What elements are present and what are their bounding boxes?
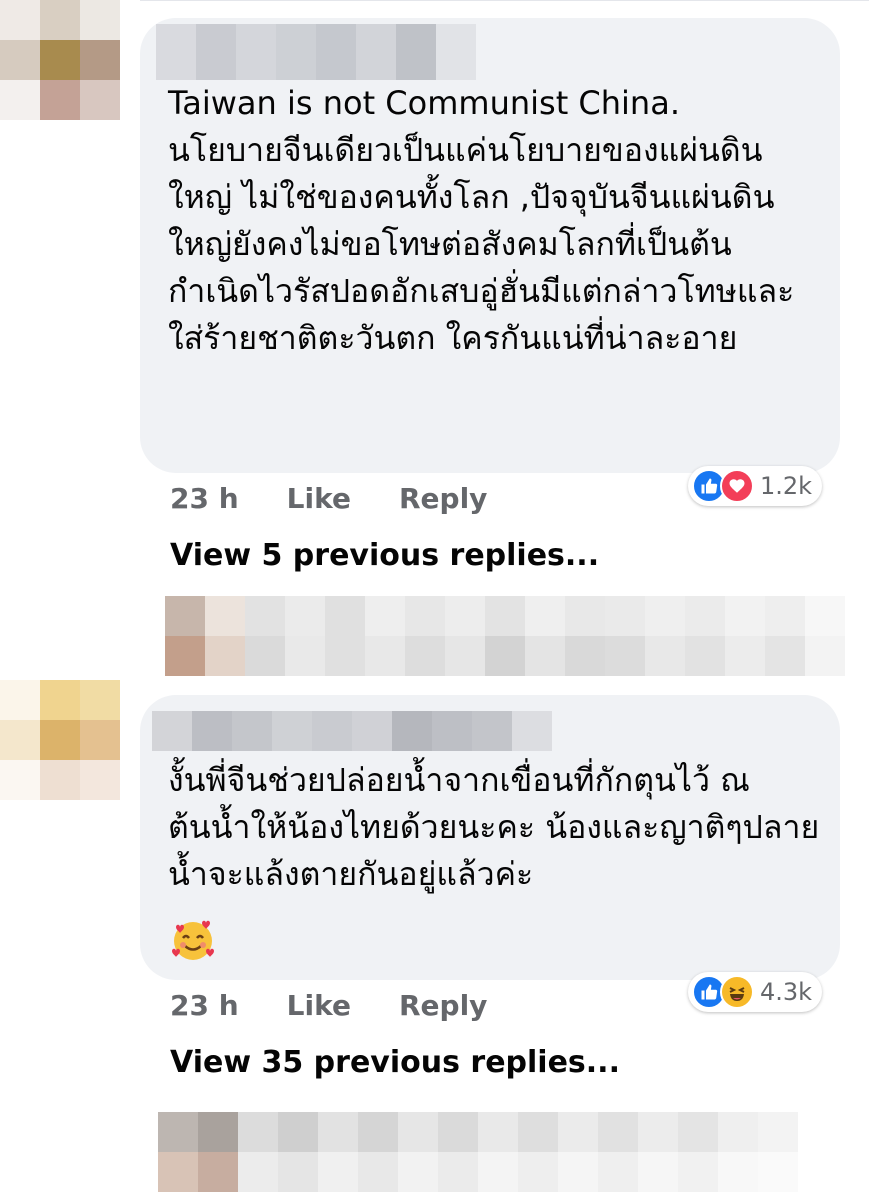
comment-actions: 23 h Like Reply bbox=[170, 985, 535, 1025]
timestamp[interactable]: 23 h bbox=[170, 989, 239, 1022]
comment-bubble: Taiwan is not Communist China. นโยบายจีน… bbox=[140, 18, 840, 473]
comment-text: งั้นพี่จีนช่วยปล่อยน้ำจากเขื่อนที่กักตุน… bbox=[168, 761, 820, 893]
haha-icon bbox=[720, 975, 754, 1009]
like-button[interactable]: Like bbox=[287, 989, 351, 1022]
comment-text: Taiwan is not Communist China. นโยบายจีน… bbox=[168, 84, 795, 357]
avatar[interactable] bbox=[0, 680, 120, 800]
commenter-name[interactable] bbox=[152, 711, 552, 751]
reaction-summary[interactable]: 1.2k bbox=[688, 466, 823, 506]
smiling-face-with-hearts-emoji bbox=[170, 917, 216, 963]
divider bbox=[140, 0, 869, 1]
love-icon bbox=[720, 469, 754, 503]
comment-actions: 23 h Like Reply bbox=[170, 478, 535, 518]
commenter-name[interactable] bbox=[156, 24, 476, 80]
reply-button[interactable]: Reply bbox=[399, 989, 487, 1022]
comment-bubble: งั้นพี่จีนช่วยปล่อยน้ำจากเขื่อนที่กักตุน… bbox=[140, 695, 840, 980]
timestamp[interactable]: 23 h bbox=[170, 482, 239, 515]
reply-button[interactable]: Reply bbox=[399, 482, 487, 515]
view-previous-replies[interactable]: View 35 previous replies... bbox=[170, 1045, 620, 1080]
like-button[interactable]: Like bbox=[287, 482, 351, 515]
view-previous-replies[interactable]: View 5 previous replies... bbox=[170, 538, 599, 573]
reaction-count: 4.3k bbox=[760, 978, 813, 1006]
blurred-reply-preview bbox=[165, 596, 845, 676]
avatar[interactable] bbox=[0, 0, 120, 120]
blurred-reply-preview bbox=[158, 1112, 838, 1192]
reaction-summary[interactable]: 4.3k bbox=[688, 972, 823, 1012]
reaction-count: 1.2k bbox=[760, 472, 813, 500]
